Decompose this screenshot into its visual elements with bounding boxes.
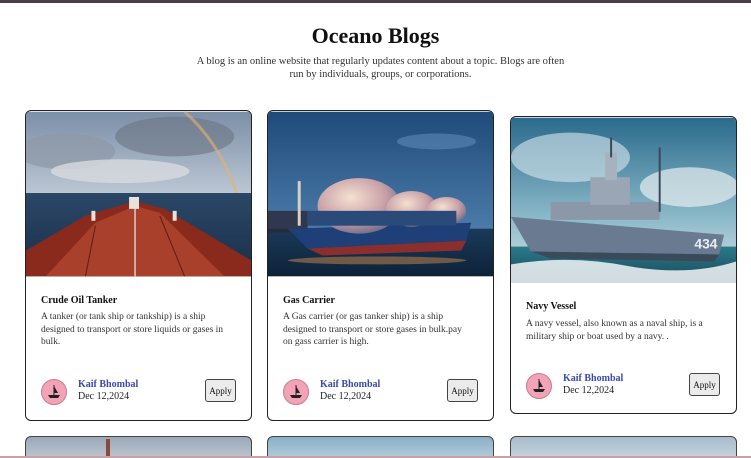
card-text: A tanker (or tank ship or tankship) is a…	[41, 312, 224, 347]
post-date: Dec 12,2024	[563, 385, 615, 396]
card-text: A Gas carrier (or gas tanker ship) is a …	[283, 312, 462, 347]
author-name-link[interactable]: Kaif Bhombal	[78, 379, 138, 390]
ship-icon	[290, 385, 302, 398]
author-name-link[interactable]: Kaif Bhombal	[563, 373, 623, 384]
navy-vessel-image: 434	[511, 117, 736, 283]
oil-tanker-image	[26, 111, 251, 277]
card-text: A navy vessel, also known as a naval shi…	[526, 319, 703, 342]
author-name-link[interactable]: Kaif Bhombal	[320, 379, 380, 390]
blog-card: Gas Carrier A Gas carrier (or gas tanker…	[267, 110, 494, 421]
blog-card-partial	[510, 436, 737, 458]
apply-button[interactable]: Apply	[447, 379, 478, 402]
post-date: Dec 12,2024	[78, 391, 130, 402]
blog-card-partial	[267, 436, 494, 458]
avatar	[283, 379, 309, 405]
gas-carrier-image	[268, 111, 493, 277]
svg-text:434: 434	[694, 236, 717, 252]
apply-button[interactable]: Apply	[689, 373, 720, 396]
ship-icon	[48, 385, 60, 398]
page-title: Oceano Blogs	[311, 23, 440, 48]
blog-card-partial	[25, 436, 252, 458]
avatar	[526, 373, 552, 399]
card-title: Crude Oil Tanker	[41, 295, 118, 306]
apply-button[interactable]: Apply	[205, 379, 236, 402]
card-title: Gas Carrier	[283, 295, 335, 306]
blog-card: 434 Navy Vessel A navy vessel, also know…	[510, 116, 737, 414]
avatar	[41, 379, 67, 405]
post-date: Dec 12,2024	[320, 391, 372, 402]
blog-card: Crude Oil Tanker A tanker (or tank ship …	[25, 110, 252, 421]
ship-icon	[533, 379, 545, 392]
page-description: A blog is an online website that regular…	[196, 56, 565, 80]
card-title: Navy Vessel	[526, 301, 577, 312]
